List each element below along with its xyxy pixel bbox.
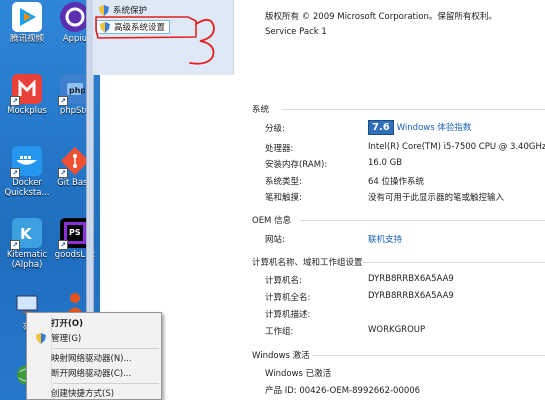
experience-index-link[interactable]: Windows 体验指数	[397, 123, 472, 133]
menu-item-manage-label: 管理(G)	[51, 334, 82, 344]
workgroup-value: WORKGROUP	[368, 325, 426, 335]
shield-icon	[36, 332, 46, 344]
cpu-value: Intel(R) Core(TM) i5-7500 CPU @ 3.40GHz …	[368, 142, 545, 152]
shortcut-arrow-icon: ↗	[58, 168, 68, 178]
computer-name-label: 计算机名:	[265, 276, 302, 286]
menu-item-manage[interactable]: 管理(G)	[29, 330, 159, 346]
context-menu: 打开(O) 管理(G) 映射网络驱动器(N)... 断开网络驱动器(C)... …	[26, 312, 162, 400]
svg-text:PS: PS	[69, 228, 81, 237]
workgroup-label: 工作组:	[265, 327, 294, 337]
ram-value: 16.0 GB	[368, 158, 403, 168]
menu-item-disconnect-drive[interactable]: 断开网络驱动器(C)...	[29, 365, 159, 381]
section-activation-heading: Windows 激活	[252, 351, 310, 361]
product-id: 产品 ID: 00426-OEM-8992662-00006	[265, 386, 421, 396]
docker-icon: ↗	[10, 146, 42, 178]
control-panel-nav: 系统保护 高级系统设置	[93, 0, 234, 75]
computer-description-label: 计算机描述:	[265, 310, 311, 320]
shortcut-arrow-icon: ↗	[10, 240, 20, 250]
nav-advanced-system-settings[interactable]: 高级系统设置	[96, 20, 171, 34]
shortcut-arrow-icon: ↗	[58, 240, 68, 250]
system-type-value: 64 位操作系统	[368, 177, 425, 187]
computer-name-value: DYRB8RRBX6A5AA9	[368, 274, 454, 284]
shield-icon	[100, 21, 110, 33]
section-system-heading: 系统	[252, 105, 270, 115]
experience-index-badge: 7.6	[368, 120, 394, 135]
system-type-label: 系统类型:	[265, 177, 302, 187]
shortcut-arrow-icon: ↗	[10, 96, 20, 106]
service-pack-text: Service Pack 1	[265, 27, 327, 37]
shortcut-arrow-icon: ↗	[58, 96, 68, 106]
desktop-icon-docker[interactable]: ↗ Docker Quicksta...	[2, 146, 52, 198]
svg-text:php: php	[69, 86, 85, 95]
menu-item-create-shortcut[interactable]: 创建快捷方式(S)	[29, 385, 159, 400]
divider	[282, 109, 545, 110]
kitematic-icon: K ↗	[10, 218, 42, 250]
desktop-icon-kitematic[interactable]: K ↗ Kitematic (Alpha)	[2, 218, 52, 270]
nav-system-protection[interactable]: 系统保护	[99, 3, 147, 17]
svg-text:K: K	[20, 225, 33, 243]
rating-label: 分级:	[265, 124, 285, 134]
shortcut-arrow-icon: ↗	[10, 168, 20, 178]
section-computer-name-heading: 计算机名称、域和工作组设置	[252, 258, 363, 268]
divider	[360, 262, 545, 263]
menu-separator	[53, 348, 159, 349]
menu-separator	[53, 383, 159, 384]
pen-touch-value: 没有可用于此显示器的笔或触控输入	[368, 193, 505, 203]
desktop-icon-tencent-video[interactable]: 腾讯视频	[2, 2, 52, 44]
shield-icon	[99, 4, 109, 16]
activation-status: Windows 已激活	[265, 369, 332, 379]
desktop-icon-mockplus[interactable]: ↗ Mockplus	[2, 74, 52, 116]
system-properties-panel: 版权所有 © 2009 Microsoft Corporation。保留所有权利…	[234, 0, 545, 400]
divider	[312, 355, 545, 356]
section-oem-heading: OEM 信息	[252, 216, 292, 226]
rating-value[interactable]: 7.6 Windows 体验指数	[368, 120, 471, 135]
online-support-link[interactable]: 联机支持	[368, 233, 402, 245]
menu-item-map-drive[interactable]: 映射网络驱动器(N)...	[29, 350, 159, 366]
full-computer-name-value: DYRB8RRBX6A5AA9	[368, 291, 454, 301]
ram-label: 安装内存(RAM):	[265, 160, 328, 170]
divider	[300, 220, 545, 221]
menu-item-open[interactable]: 打开(O)	[29, 315, 159, 331]
tencent-video-icon	[12, 2, 42, 32]
cpu-label: 处理器:	[265, 144, 294, 154]
mockplus-icon: ↗	[10, 74, 42, 106]
copyright-text: 版权所有 © 2009 Microsoft Corporation。保留所有权利…	[265, 12, 497, 22]
full-computer-name-label: 计算机全名:	[265, 293, 311, 303]
website-label: 网站:	[265, 235, 285, 245]
pen-touch-label: 笔和触摸:	[265, 193, 302, 203]
